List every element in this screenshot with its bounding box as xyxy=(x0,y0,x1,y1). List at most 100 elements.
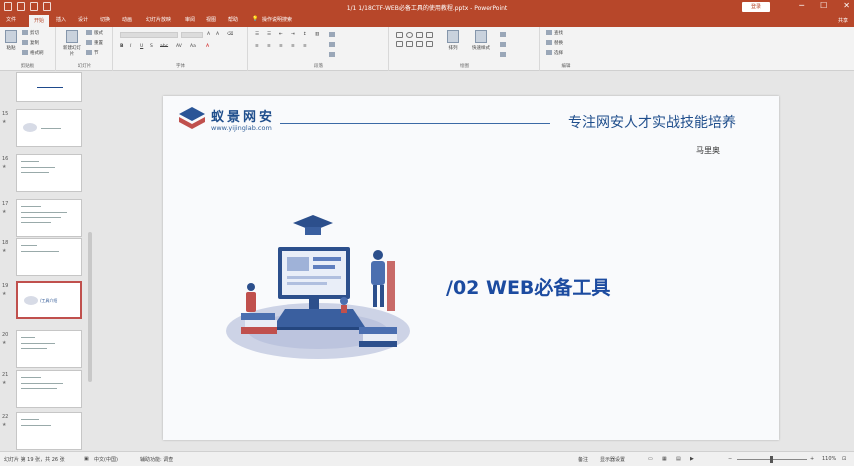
justify-button[interactable]: ≡ xyxy=(291,44,295,49)
notes-button[interactable]: 备注 xyxy=(578,456,588,463)
quick-styles-button[interactable]: 快速样式 xyxy=(468,30,494,51)
section-button[interactable]: 节 xyxy=(86,50,99,56)
line-shape-icon[interactable] xyxy=(416,32,423,38)
zoom-slider-handle[interactable] xyxy=(770,456,773,463)
font-name-select[interactable] xyxy=(120,32,178,38)
arrange-button[interactable]: 排列 xyxy=(442,30,464,51)
slide-thumbnail[interactable]: 15 ★ xyxy=(2,109,88,153)
slide-sorter-icon[interactable]: ▦ xyxy=(662,456,667,462)
language-indicator[interactable]: 中文(中国) xyxy=(94,456,118,463)
spellcheck-icon[interactable]: ▣ xyxy=(84,456,89,462)
maximize-button[interactable]: ☐ xyxy=(820,1,827,10)
tab-review[interactable]: 审阅 xyxy=(185,16,195,23)
shadow-button[interactable]: S xyxy=(150,44,153,49)
ribbon-tabs: 文件 开始 插入 设计 切换 动画 幻灯片放映 审阅 视图 帮助 💡 操作说明搜… xyxy=(0,14,854,27)
triangle-shape-icon[interactable] xyxy=(396,41,403,47)
line-spacing-button[interactable]: ↕ xyxy=(303,32,307,37)
fit-slide-icon[interactable]: ⊡ xyxy=(842,456,846,462)
reading-view-icon[interactable]: ▤ xyxy=(676,456,681,462)
tab-view[interactable]: 视图 xyxy=(206,16,216,23)
char-spacing-button[interactable]: AV xyxy=(176,44,182,49)
strikethrough-button[interactable]: abc xyxy=(160,44,168,49)
oval-shape-icon[interactable] xyxy=(406,32,413,38)
decrease-indent-button[interactable]: ⇤ xyxy=(279,32,283,37)
slide-thumbnail[interactable]: 18 ★ xyxy=(2,238,88,282)
increase-indent-button[interactable]: ⇥ xyxy=(291,32,295,37)
align-left-button[interactable]: ≡ xyxy=(255,44,259,49)
tab-file[interactable]: 文件 xyxy=(6,16,16,23)
more-shapes-icon[interactable] xyxy=(426,41,433,47)
distribute-button[interactable]: ≡ xyxy=(303,44,307,49)
clear-format-button[interactable]: ⌫ xyxy=(227,32,233,37)
replace-button[interactable]: 替换 xyxy=(546,40,563,46)
cut-button[interactable]: 剪切 xyxy=(22,30,39,36)
text-direction-icon xyxy=(329,32,335,37)
underline-button[interactable]: U xyxy=(140,44,143,49)
tagline: 专注网安人才实战技能培养 xyxy=(568,115,736,131)
zoom-level[interactable]: 110% xyxy=(822,456,836,462)
tab-transitions[interactable]: 切换 xyxy=(100,16,110,23)
find-button[interactable]: 查找 xyxy=(546,30,563,36)
tab-home[interactable]: 开始 xyxy=(29,15,50,27)
copy-button[interactable]: 复制 xyxy=(22,40,39,46)
slide-thumbnail[interactable]: 21 ★ xyxy=(2,370,88,414)
tab-help[interactable]: 帮助 xyxy=(228,16,238,23)
star-shape-icon[interactable] xyxy=(406,41,413,47)
slide-thumbnail[interactable]: 20 ★ xyxy=(2,330,88,374)
align-text-button[interactable] xyxy=(329,42,337,48)
normal-view-icon[interactable]: ▭ xyxy=(648,456,653,462)
slideshow-icon[interactable]: ▶ xyxy=(690,456,694,462)
new-slide-button[interactable]: 新建幻灯片 xyxy=(61,30,83,57)
reset-button[interactable]: 重置 xyxy=(86,40,103,46)
tell-me-search[interactable]: 操作说明搜索 xyxy=(262,16,292,23)
grow-font-button[interactable]: A xyxy=(207,32,210,37)
columns-button[interactable]: ▥ xyxy=(315,32,319,37)
zoom-in-button[interactable]: + xyxy=(810,456,814,462)
layout-button[interactable]: 版式 xyxy=(86,30,103,36)
tab-animations[interactable]: 动画 xyxy=(122,16,132,23)
rectangle-shape-icon[interactable] xyxy=(396,32,403,38)
align-center-button[interactable]: ≡ xyxy=(267,44,271,49)
star-icon: ★ xyxy=(2,248,7,254)
slide-canvas[interactable]: 蚁景网安 www.yijinglab.com 专注网安人才实战技能培养 马里奥 xyxy=(163,96,779,440)
tab-slideshow[interactable]: 幻灯片放映 xyxy=(146,16,171,23)
panel-scrollbar[interactable] xyxy=(88,232,92,382)
font-color-button[interactable]: A xyxy=(206,44,209,49)
quick-styles-icon xyxy=(475,30,487,43)
tab-design[interactable]: 设计 xyxy=(78,16,88,23)
tab-insert[interactable]: 插入 xyxy=(56,16,66,23)
thumbnail-label: /工具介绍 xyxy=(40,298,58,303)
slide-thumbnail[interactable]: 22 ★ xyxy=(2,412,88,456)
zoom-out-button[interactable]: − xyxy=(728,456,732,462)
slide-thumbnail[interactable]: 16 ★ xyxy=(2,154,88,198)
bracket-shape-icon[interactable] xyxy=(416,41,423,47)
font-size-select[interactable] xyxy=(181,32,203,38)
shape-effects-button[interactable] xyxy=(500,52,508,58)
bullets-button[interactable]: ☰ xyxy=(255,32,259,37)
close-button[interactable]: ✕ xyxy=(843,1,850,10)
bold-button[interactable]: B xyxy=(120,44,123,49)
format-painter-button[interactable]: 格式刷 xyxy=(22,50,44,56)
text-direction-button[interactable] xyxy=(329,32,337,38)
accessibility-status[interactable]: 辅助功能: 调查 xyxy=(140,456,173,463)
window-title: 1/1 1/18CTF-WEB必备工具的使用教程.pptx - PowerPoi… xyxy=(346,5,508,12)
slide-thumbnail[interactable]: 17 ★ xyxy=(2,199,88,243)
star-icon: ★ xyxy=(2,291,7,297)
minimize-button[interactable]: ─ xyxy=(799,1,804,10)
change-case-button[interactable]: Aa xyxy=(190,44,196,49)
paste-button[interactable]: 粘贴 xyxy=(2,30,20,51)
share-button[interactable]: 共享 xyxy=(838,17,848,24)
select-button[interactable]: 选择 xyxy=(546,50,563,56)
login-button[interactable]: 登录 xyxy=(742,2,770,12)
shape-fill-button[interactable] xyxy=(500,32,508,38)
display-settings-button[interactable]: 显示器设置 xyxy=(600,456,625,463)
arrow-shape-icon[interactable] xyxy=(426,32,433,38)
numbering-button[interactable]: ☰ xyxy=(267,32,271,37)
font-group: A A ⌫ B I U S abc AV Aa A 字体 xyxy=(114,27,248,71)
shrink-font-button[interactable]: A xyxy=(216,32,219,37)
align-right-button[interactable]: ≡ xyxy=(279,44,283,49)
shape-outline-button[interactable] xyxy=(500,42,508,48)
smartart-button[interactable] xyxy=(329,52,337,58)
slide-thumbnail-selected[interactable]: 19 ★ /工具介绍 xyxy=(2,281,88,325)
italic-button[interactable]: I xyxy=(130,44,131,49)
